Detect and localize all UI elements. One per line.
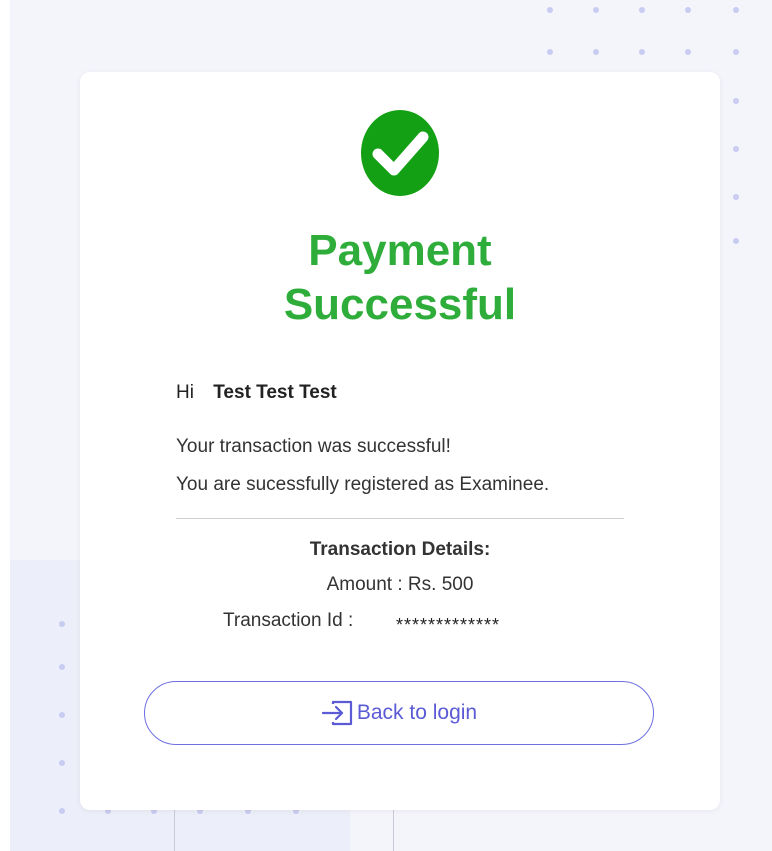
login-enter-icon <box>321 700 352 726</box>
success-message: Your transaction was successful! <box>176 436 451 457</box>
registration-message: You are sucessfully registered as Examin… <box>176 474 550 495</box>
title-text: Payment Successful <box>283 226 517 329</box>
transaction-id-label: Transaction Id : <box>223 610 354 631</box>
back-to-login-button[interactable]: Back to login <box>144 681 654 745</box>
transaction-details-heading: Transaction Details: <box>309 539 491 560</box>
transaction-amount: Amount : Rs. 500 <box>326 574 474 595</box>
greeting-hi: Hi <box>176 382 194 403</box>
greeting: Hi Test Test Test <box>176 382 337 404</box>
payment-success-card: Payment Successful Hi Test Test Test You… <box>80 72 720 810</box>
check-circle-icon <box>361 110 439 196</box>
divider <box>176 518 624 519</box>
user-name: Test Test Test <box>213 382 337 403</box>
back-to-login-label: Back to login <box>356 701 478 724</box>
transaction-id-value: ************* <box>396 615 501 635</box>
page-title: Payment Successful <box>80 224 720 332</box>
